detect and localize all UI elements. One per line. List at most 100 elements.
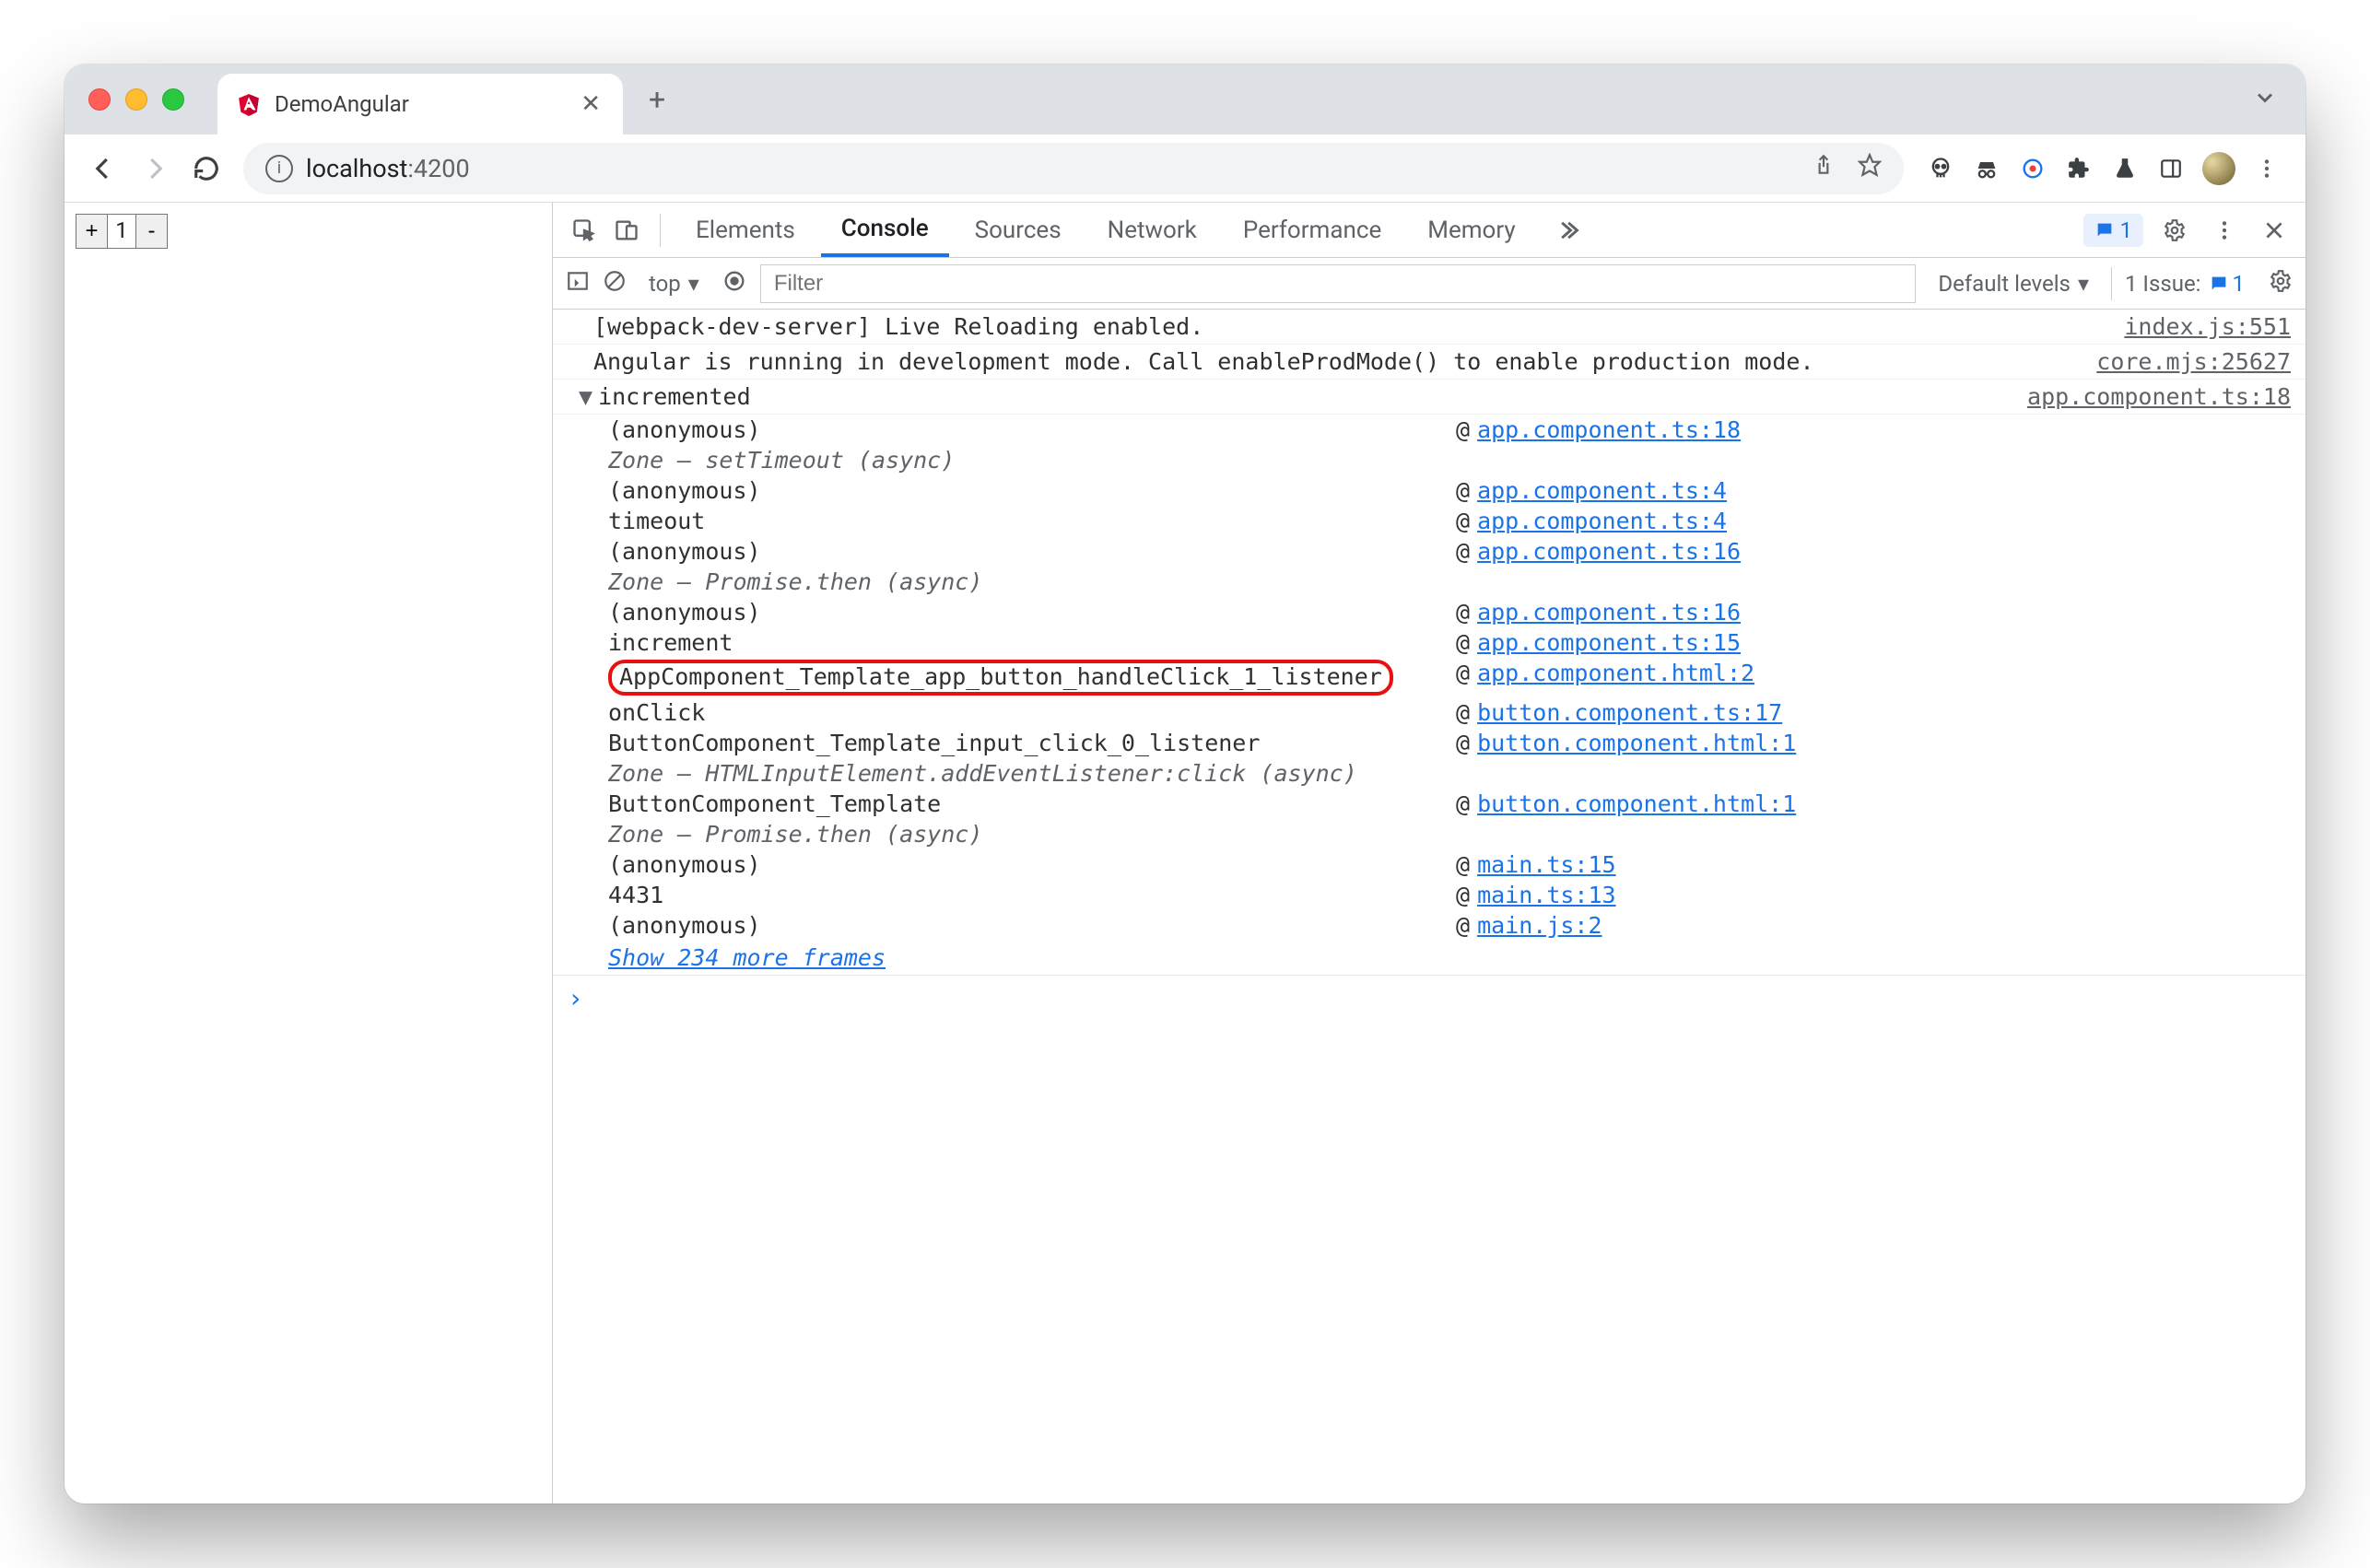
tab-performance[interactable]: Performance <box>1223 203 1402 257</box>
live-expression-icon[interactable] <box>722 268 747 299</box>
stack-frame: Zone — setTimeout (async) <box>553 445 2305 475</box>
close-window-button[interactable] <box>88 88 111 111</box>
counter-widget: + 1 - <box>76 214 168 249</box>
stack-frame: (anonymous)@app.component.ts:18 <box>553 415 2305 445</box>
stack-frame: ButtonComponent_Template@button.componen… <box>553 789 2305 819</box>
stack-frame: Zone — Promise.then (async) <box>553 567 2305 597</box>
stack-frame: (anonymous)@main.ts:15 <box>553 849 2305 880</box>
extensions-puzzle-icon[interactable] <box>2064 154 2094 183</box>
source-link[interactable]: app.component.ts:18 <box>1477 416 1741 443</box>
stack-frame: 4431@main.ts:13 <box>553 880 2305 910</box>
tab-elements[interactable]: Elements <box>675 203 815 257</box>
stack-frame: timeout@app.component.ts:4 <box>553 506 2305 536</box>
tabs-dropdown-icon[interactable] <box>2252 85 2278 114</box>
chevron-down-icon: ▾ <box>2078 271 2089 297</box>
tab-console[interactable]: Console <box>821 203 949 257</box>
source-link[interactable]: core.mjs:25627 <box>2096 348 2291 375</box>
source-link[interactable]: index.js:551 <box>2124 313 2291 340</box>
reload-button[interactable] <box>184 146 229 191</box>
source-link[interactable]: main.js:2 <box>1477 912 1602 939</box>
forward-button[interactable] <box>133 146 177 191</box>
clear-console-icon[interactable] <box>603 269 627 298</box>
log-levels-selector[interactable]: Default levels ▾ <box>1929 267 2098 300</box>
back-button[interactable] <box>81 146 125 191</box>
stack-frame: (anonymous)@main.js:2 <box>553 910 2305 941</box>
counter-value: 1 <box>108 215 135 248</box>
content-area: + 1 - Elements Console Sources Network P… <box>65 203 2305 1504</box>
stack-frame: (anonymous)@app.component.ts:16 <box>553 597 2305 627</box>
device-toolbar-icon[interactable] <box>608 212 645 249</box>
source-link[interactable]: button.component.ts:17 <box>1477 699 1782 726</box>
messages-badge[interactable]: 1 <box>2083 214 2144 247</box>
site-info-icon[interactable]: i <box>265 155 293 182</box>
browser-tab[interactable]: DemoAngular ✕ <box>217 74 623 135</box>
extension-icons <box>1926 152 2282 185</box>
source-link[interactable]: app.component.ts:16 <box>1477 538 1741 565</box>
new-tab-button[interactable]: + <box>638 78 676 121</box>
stack-frame: onClick@button.component.ts:17 <box>553 697 2305 728</box>
side-panel-icon[interactable] <box>2156 154 2186 183</box>
tab-sources[interactable]: Sources <box>955 203 1082 257</box>
extension-incognito-icon[interactable] <box>1972 154 2001 183</box>
console-sidebar-toggle-icon[interactable] <box>566 269 590 298</box>
stack-frame: AppComponent_Template_app_button_handleC… <box>553 658 2305 697</box>
profile-avatar[interactable] <box>2202 152 2235 185</box>
url-text: localhost:4200 <box>306 154 470 183</box>
chevron-down-icon: ▾ <box>688 271 699 297</box>
decrement-button[interactable]: - <box>135 215 167 248</box>
stack-frame: (anonymous)@app.component.ts:4 <box>553 475 2305 506</box>
stack-frame: (anonymous)@app.component.ts:16 <box>553 536 2305 567</box>
stack-frame: Zone — Promise.then (async) <box>553 819 2305 849</box>
devtools-panel: Elements Console Sources Network Perform… <box>553 203 2305 1504</box>
tab-title: DemoAngular <box>275 91 564 117</box>
more-tabs-icon[interactable] <box>1549 212 1586 249</box>
console-settings-icon[interactable] <box>2269 269 2293 298</box>
stack-frame: Zone — HTMLInputElement.addEventListener… <box>553 758 2305 789</box>
source-link[interactable]: app.component.html:2 <box>1477 660 1754 696</box>
context-selector[interactable]: top ▾ <box>639 267 709 300</box>
log-row: [webpack-dev-server] Live Reloading enab… <box>553 310 2305 345</box>
tab-memory[interactable]: Memory <box>1407 203 1535 257</box>
angular-favicon-icon <box>236 91 262 117</box>
log-group-header[interactable]: ▼incremented app.component.ts:18 <box>553 380 2305 415</box>
bookmark-icon[interactable] <box>1858 153 1882 183</box>
close-tab-icon[interactable]: ✕ <box>577 90 604 118</box>
extension-flask-icon[interactable] <box>2110 154 2140 183</box>
stack-frame: increment@app.component.ts:15 <box>553 627 2305 658</box>
source-link[interactable]: app.component.ts:16 <box>1477 599 1741 626</box>
show-more-frames[interactable]: Show 234 more frames <box>553 941 2305 975</box>
share-icon[interactable] <box>1812 153 1836 183</box>
source-link[interactable]: main.ts:13 <box>1477 882 1616 908</box>
close-devtools-icon[interactable] <box>2256 212 2293 249</box>
source-link[interactable]: button.component.html:1 <box>1477 730 1796 756</box>
source-link[interactable]: app.component.ts:4 <box>1477 477 1727 504</box>
source-link[interactable]: main.ts:15 <box>1477 851 1616 878</box>
tab-strip: DemoAngular ✕ + <box>65 64 2305 135</box>
extension-target-icon[interactable] <box>2018 154 2047 183</box>
browser-window: DemoAngular ✕ + i localhost:4200 <box>65 64 2305 1504</box>
console-toolbar: top ▾ Default levels ▾ 1 Issue: 1 <box>553 258 2305 310</box>
source-link[interactable]: app.component.ts:4 <box>1477 508 1727 534</box>
disclosure-triangle-icon: ▼ <box>579 383 592 410</box>
log-row: Angular is running in development mode. … <box>553 345 2305 380</box>
devtools-menu-icon[interactable] <box>2206 212 2243 249</box>
source-link[interactable]: app.component.ts:15 <box>1477 629 1741 656</box>
settings-icon[interactable] <box>2156 212 2193 249</box>
app-page: + 1 - <box>65 203 553 1504</box>
source-link[interactable]: app.component.ts:18 <box>2027 383 2291 410</box>
issues-button[interactable]: 1 Issue: 1 <box>2125 271 2245 297</box>
devtools-tabbar: Elements Console Sources Network Perform… <box>553 203 2305 258</box>
tab-network[interactable]: Network <box>1087 203 1217 257</box>
browser-menu-icon[interactable] <box>2252 154 2282 183</box>
extension-skull-icon[interactable] <box>1926 154 1955 183</box>
browser-toolbar: i localhost:4200 <box>65 135 2305 203</box>
increment-button[interactable]: + <box>76 215 108 248</box>
source-link[interactable]: button.component.html:1 <box>1477 790 1796 817</box>
filter-input[interactable] <box>760 264 1917 303</box>
address-bar[interactable]: i localhost:4200 <box>243 143 1904 194</box>
minimize-window-button[interactable] <box>125 88 147 111</box>
maximize-window-button[interactable] <box>162 88 184 111</box>
console-prompt[interactable]: › <box>553 975 2305 1021</box>
console-output: [webpack-dev-server] Live Reloading enab… <box>553 310 2305 1504</box>
inspect-element-icon[interactable] <box>566 212 603 249</box>
